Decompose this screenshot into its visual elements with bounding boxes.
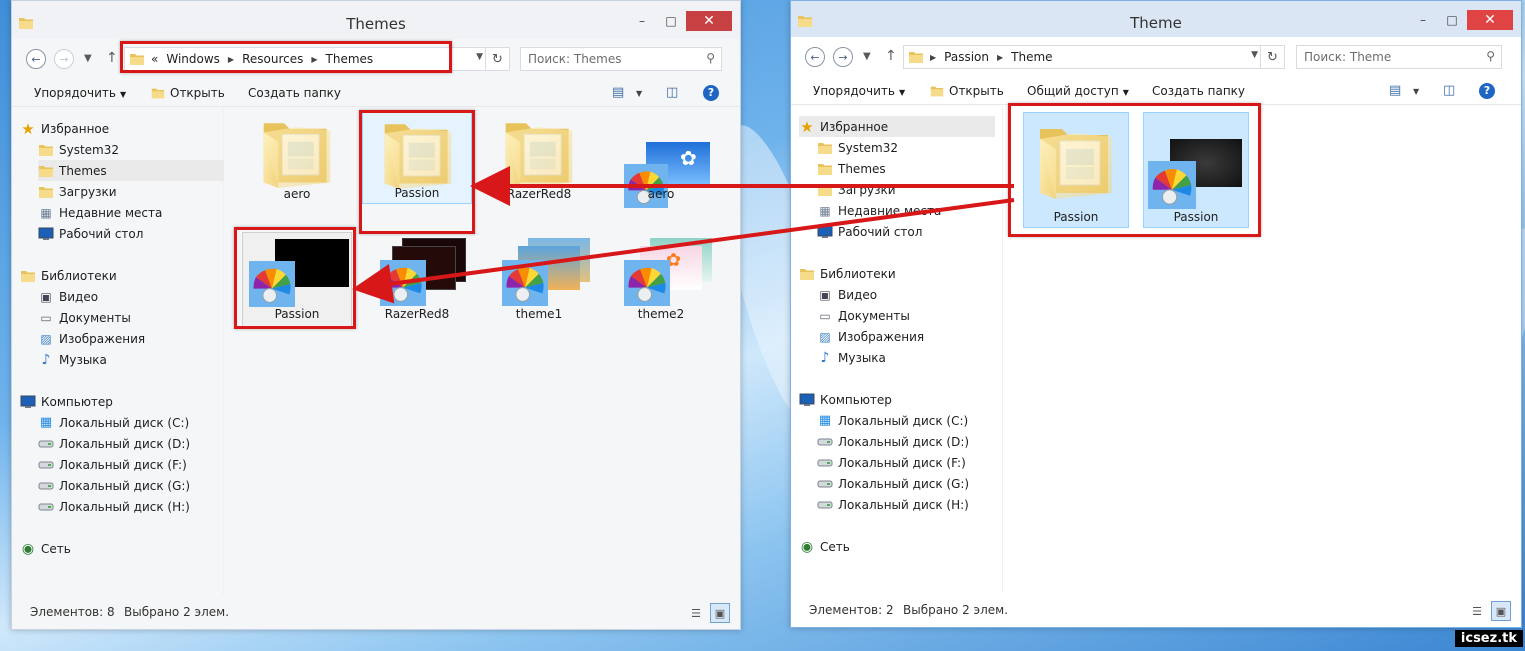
watermark: icsez.tk (1454, 630, 1523, 647)
annotation-arrows (352, 166, 1015, 304)
arrow-to-theme (352, 198, 1015, 304)
